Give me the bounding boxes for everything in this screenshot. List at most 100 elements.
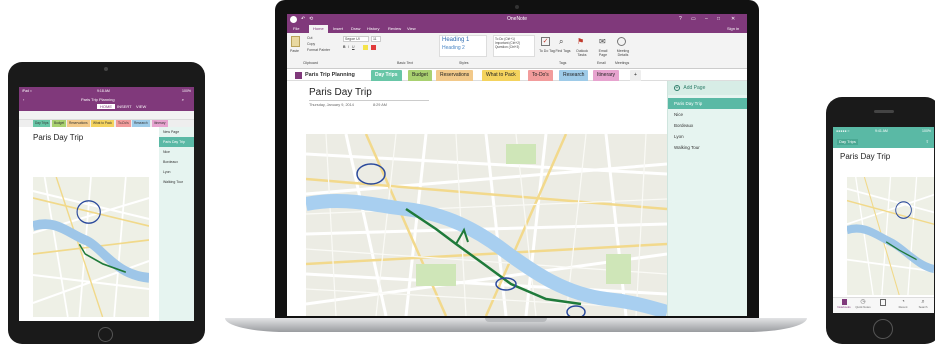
help-icon[interactable]: ?: [679, 14, 682, 25]
minimize-button[interactable]: –: [705, 14, 708, 25]
ipad-section-todos[interactable]: To-Do's: [116, 120, 131, 127]
find-tags-button[interactable]: Find Tags: [555, 49, 571, 53]
paste-button[interactable]: Paste: [290, 49, 299, 53]
notebook-icon: [295, 72, 302, 79]
tab-file[interactable]: File: [293, 25, 299, 33]
find-tags-icon[interactable]: ⌕: [559, 37, 563, 47]
font-size-select[interactable]: 11: [371, 36, 381, 42]
section-tab-what-to-pack[interactable]: What to Pack: [482, 70, 520, 81]
cut-button[interactable]: Cut: [307, 36, 312, 40]
laptop-screen: ↶ ⟲ OneNote ? ▭ – □ ✕ File Home Insert D…: [287, 14, 747, 316]
tag-question[interactable]: Question (Ctrl+3): [495, 45, 533, 49]
sign-in-link[interactable]: Sign in: [727, 25, 739, 33]
ipad-page-item-nice[interactable]: Nice: [159, 147, 194, 157]
tab-history[interactable]: History: [367, 25, 379, 33]
ipad-screen: iPad ≈ 9:18 AM 100% ‹ Paris Trip Plannin…: [19, 87, 194, 321]
ipad-search-icon[interactable]: ⌕: [182, 97, 184, 102]
ribbon-display-icon[interactable]: ▭: [691, 14, 696, 25]
paris-map-image: [306, 134, 667, 316]
page-item-bordeaux[interactable]: Bordeaux: [668, 120, 747, 131]
tab-review[interactable]: Review: [388, 25, 401, 33]
tab-home[interactable]: Home: [309, 25, 328, 33]
iphone-tab-recent[interactable]: ◔ Recent: [894, 299, 912, 309]
email-page-icon[interactable]: ✉: [599, 37, 606, 46]
ipad-new-page-button[interactable]: New Page: [159, 127, 194, 137]
ipad-home-button[interactable]: [98, 327, 113, 342]
add-section-button[interactable]: +: [630, 70, 641, 81]
ipad-page-title[interactable]: Paris Day Trip: [33, 133, 83, 142]
todo-tag-icon[interactable]: ✓: [541, 37, 550, 46]
notebook-name[interactable]: Paris Trip Planning: [305, 70, 355, 81]
iphone-tab-notebooks[interactable]: Notebooks: [835, 299, 853, 309]
section-tab-day-trips[interactable]: Day Trips: [371, 70, 402, 81]
ipad-section-day-trips[interactable]: Day Trips: [33, 120, 51, 127]
laptop-device: ↶ ⟲ OneNote ? ▭ – □ ✕ File Home Insert D…: [275, 0, 759, 318]
undo-icon[interactable]: ↶: [301, 14, 305, 25]
page-title[interactable]: Paris Day Trip: [309, 87, 372, 98]
tags-list[interactable]: To Do (Ctrl+1) Important (Ctrl+2) Questi…: [493, 35, 535, 57]
maximize-button[interactable]: □: [717, 14, 720, 25]
email-page-button[interactable]: Email Page: [595, 49, 611, 57]
bold-button[interactable]: B: [343, 45, 346, 49]
close-button[interactable]: ✕: [731, 14, 735, 25]
section-tab-budget[interactable]: Budget: [408, 70, 432, 81]
laptop-camera: [515, 5, 519, 9]
ipad-section-budget[interactable]: Budget: [52, 120, 67, 127]
highlight-icon[interactable]: [363, 45, 368, 50]
iphone-tab-recent-label: Recent: [898, 305, 908, 309]
tab-view[interactable]: View: [407, 25, 416, 33]
ribbon: Paste Cut Copy Format Painter Clipboard …: [287, 33, 747, 69]
ipad-tab-home[interactable]: HOME: [97, 104, 115, 109]
ipad-section-reservations[interactable]: Reservations: [67, 120, 90, 127]
tab-draw[interactable]: Draw: [351, 25, 360, 33]
ipad-notebook-title[interactable]: Paris Trip Planning: [81, 97, 115, 102]
ipad-section-itinerary[interactable]: Itinerary: [152, 120, 168, 127]
styles-gallery[interactable]: Heading 1 Heading 2: [439, 35, 487, 57]
font-color-icon[interactable]: [371, 45, 376, 50]
iphone-share-icon[interactable]: ⇪: [926, 136, 929, 148]
outlook-tasks-button[interactable]: Outlook Tasks: [572, 49, 592, 57]
redo-icon[interactable]: ⟲: [309, 14, 313, 25]
page-date: Thursday, January 9, 2014: [309, 103, 354, 107]
iphone-page-title[interactable]: Paris Day Trip: [840, 152, 890, 161]
section-tab-research[interactable]: Research: [559, 70, 589, 81]
ipad-back-icon[interactable]: ‹: [23, 97, 24, 102]
font-select[interactable]: Segoe UI: [343, 36, 369, 42]
iphone-back-button[interactable]: Day Trips: [837, 139, 858, 145]
iphone-home-button[interactable]: [873, 319, 893, 339]
ipad-section-research[interactable]: Research: [132, 120, 150, 127]
outlook-tasks-icon[interactable]: ⚑: [577, 37, 584, 46]
ipad-section-what-to-pack[interactable]: What to Pack: [91, 120, 114, 127]
iphone-status-bar: ●●●●● ≈ 9:41 AM 100%: [833, 127, 934, 136]
meeting-details-icon[interactable]: [617, 37, 626, 46]
ipad-tab-insert[interactable]: INSERT: [117, 104, 132, 109]
italic-button[interactable]: I: [348, 45, 349, 49]
format-painter-button[interactable]: Format Painter: [307, 48, 330, 52]
paste-icon[interactable]: [291, 36, 300, 47]
ipad-page-item-paris-day-trip[interactable]: Paris Day Trip: [159, 137, 194, 147]
page-item-walking-tour[interactable]: Walking Tour: [668, 142, 747, 153]
meeting-details-button[interactable]: Meeting Details: [612, 49, 634, 57]
copy-button[interactable]: Copy: [307, 42, 315, 46]
heading2-style[interactable]: Heading 2: [440, 44, 486, 52]
section-tab-reservations[interactable]: Reservations: [436, 70, 474, 81]
ipad-tab-view[interactable]: VIEW: [136, 104, 146, 109]
page-item-lyon[interactable]: Lyon: [668, 131, 747, 142]
page-item-nice[interactable]: Nice: [668, 109, 747, 120]
ipad-page-item-walking-tour[interactable]: Walking Tour: [159, 177, 194, 187]
add-page-button[interactable]: + Add Page: [668, 81, 747, 95]
todo-tag-button[interactable]: To Do Tag: [538, 49, 556, 53]
iphone-tab-new-note[interactable]: [874, 299, 892, 306]
section-tab-itinerary[interactable]: Itinerary: [593, 70, 620, 81]
section-tab-to-do-s[interactable]: To-Do's: [528, 70, 553, 81]
ipad-page-item-bordeaux[interactable]: Bordeaux: [159, 157, 194, 167]
iphone-tab-quick-notes[interactable]: ◷ Quick Notes: [854, 299, 872, 309]
heading1-style[interactable]: Heading 1: [440, 36, 486, 44]
add-page-icon: +: [674, 84, 680, 91]
tab-insert[interactable]: Insert: [333, 25, 343, 33]
laptop-notch: [485, 318, 547, 322]
page-item-paris-day-trip[interactable]: Paris Day Trip: [668, 98, 747, 109]
iphone-tab-search[interactable]: ⌕ Search: [914, 299, 932, 309]
ipad-page-item-lyon[interactable]: Lyon: [159, 167, 194, 177]
underline-button[interactable]: U: [352, 45, 355, 49]
